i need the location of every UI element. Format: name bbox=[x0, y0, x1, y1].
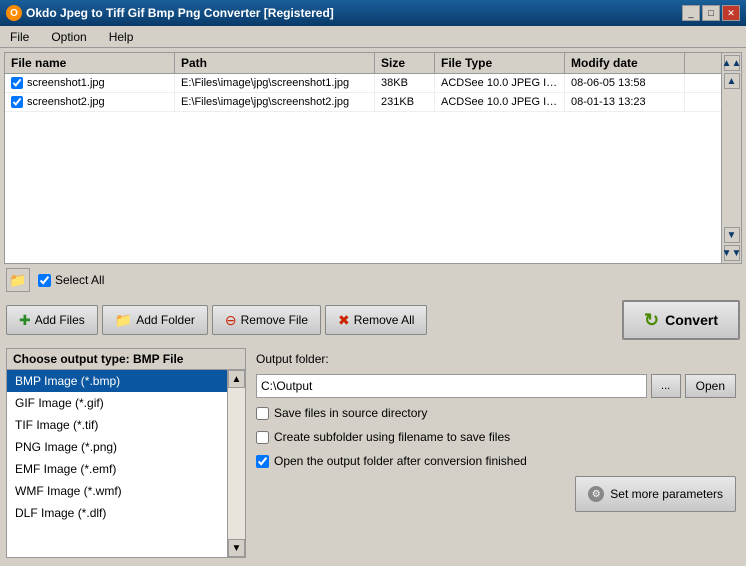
scroll-down-button[interactable]: ▼ bbox=[724, 227, 740, 243]
title-bar: O Okdo Jpeg to Tiff Gif Bmp Png Converte… bbox=[0, 0, 746, 26]
table-row: screenshot2.jpg E:\Files\image\jpg\scree… bbox=[5, 93, 721, 112]
table-header: File name Path Size File Type Modify dat… bbox=[5, 53, 721, 74]
app-icon: O bbox=[6, 5, 22, 21]
folder-path-row: ... Open bbox=[256, 374, 736, 398]
remove-file-icon: ⊖ bbox=[225, 312, 237, 329]
maximize-button[interactable]: □ bbox=[702, 5, 720, 21]
close-button[interactable]: ✕ bbox=[722, 5, 740, 21]
col-header-type: File Type bbox=[435, 53, 565, 73]
add-folder-icon: 📁 bbox=[115, 312, 132, 329]
type-item-emf[interactable]: EMF Image (*.emf) bbox=[7, 458, 227, 480]
convert-icon: ↻ bbox=[644, 310, 659, 331]
option-save-source[interactable]: Save files in source directory bbox=[256, 404, 736, 422]
row1-size: 38KB bbox=[375, 74, 435, 92]
menu-bar: File Option Help bbox=[0, 26, 746, 48]
option-open-after[interactable]: Open the output folder after conversion … bbox=[256, 452, 736, 470]
select-all-bar: 📁 Select All bbox=[4, 264, 742, 296]
select-all-label[interactable]: Select All bbox=[38, 273, 104, 287]
browse-button[interactable]: ... bbox=[651, 374, 681, 398]
select-all-checkbox[interactable] bbox=[38, 274, 51, 287]
set-params-button[interactable]: ⚙ Set more parameters bbox=[575, 476, 736, 512]
output-folder-label: Output folder: bbox=[256, 352, 736, 366]
type-item-png[interactable]: PNG Image (*.png) bbox=[7, 436, 227, 458]
menu-file[interactable]: File bbox=[4, 28, 35, 46]
table-row: screenshot1.jpg E:\Files\image\jpg\scree… bbox=[5, 74, 721, 93]
option-create-subfolder[interactable]: Create subfolder using filename to save … bbox=[256, 428, 736, 446]
menu-help[interactable]: Help bbox=[103, 28, 140, 46]
row2-path: E:\Files\image\jpg\screenshot2.jpg bbox=[175, 93, 375, 111]
convert-button[interactable]: ↻ Convert bbox=[622, 300, 740, 340]
folder-icon-button[interactable]: 📁 bbox=[6, 268, 30, 292]
col-header-path: Path bbox=[175, 53, 375, 73]
add-files-button[interactable]: ✚ Add Files bbox=[6, 305, 98, 335]
row2-checkbox[interactable] bbox=[11, 96, 23, 108]
minimize-button[interactable]: _ bbox=[682, 5, 700, 21]
type-item-wmf[interactable]: WMF Image (*.wmf) bbox=[7, 480, 227, 502]
scroll-bottom-button[interactable]: ▼▼ bbox=[724, 245, 740, 261]
menu-option[interactable]: Option bbox=[45, 28, 92, 46]
list-scroll-track bbox=[228, 388, 245, 539]
remove-all-icon: ✖ bbox=[338, 312, 350, 329]
output-folder-panel: Output folder: ... Open Save files in so… bbox=[252, 348, 740, 558]
row1-type: ACDSee 10.0 JPEG Image bbox=[435, 74, 565, 92]
row2-size: 231KB bbox=[375, 93, 435, 111]
output-type-panel: Choose output type: BMP File BMP Image (… bbox=[6, 348, 246, 558]
output-folder-input[interactable] bbox=[256, 374, 647, 398]
row2-name: screenshot2.jpg bbox=[5, 93, 175, 111]
output-type-label: Choose output type: BMP File bbox=[7, 349, 245, 370]
list-scroll-up-button[interactable]: ▲ bbox=[228, 370, 245, 388]
file-list-container: File name Path Size File Type Modify dat… bbox=[4, 52, 742, 264]
row1-path: E:\Files\image\jpg\screenshot1.jpg bbox=[175, 74, 375, 92]
file-table: File name Path Size File Type Modify dat… bbox=[5, 53, 721, 263]
row2-type: ACDSee 10.0 JPEG Image bbox=[435, 93, 565, 111]
scroll-up-button[interactable]: ▲ bbox=[724, 73, 740, 89]
row2-modified: 08-01-13 13:23 bbox=[565, 93, 685, 111]
main-content: File name Path Size File Type Modify dat… bbox=[0, 48, 746, 566]
type-item-gif[interactable]: GIF Image (*.gif) bbox=[7, 392, 227, 414]
col-header-name: File name bbox=[5, 53, 175, 73]
add-folder-button[interactable]: 📁 Add Folder bbox=[102, 305, 208, 335]
row1-name: screenshot1.jpg bbox=[5, 74, 175, 92]
col-header-modified: Modify date bbox=[565, 53, 685, 73]
row1-modified: 08-06-05 13:58 bbox=[565, 74, 685, 92]
create-subfolder-checkbox[interactable] bbox=[256, 431, 269, 444]
row1-checkbox[interactable] bbox=[11, 77, 23, 89]
col-header-size: Size bbox=[375, 53, 435, 73]
output-type-list: BMP Image (*.bmp) GIF Image (*.gif) TIF … bbox=[7, 370, 245, 557]
scroll-top-button[interactable]: ▲▲ bbox=[724, 55, 740, 71]
lower-section: Choose output type: BMP File BMP Image (… bbox=[4, 344, 742, 562]
add-files-icon: ✚ bbox=[19, 312, 31, 329]
type-item-dlf[interactable]: DLF Image (*.dlf) bbox=[7, 502, 227, 524]
save-source-checkbox[interactable] bbox=[256, 407, 269, 420]
toolbar: ✚ Add Files 📁 Add Folder ⊖ Remove File ✖… bbox=[4, 296, 742, 344]
open-after-checkbox[interactable] bbox=[256, 455, 269, 468]
open-folder-button[interactable]: Open bbox=[685, 374, 736, 398]
window-title: Okdo Jpeg to Tiff Gif Bmp Png Converter … bbox=[26, 6, 334, 20]
remove-file-button[interactable]: ⊖ Remove File bbox=[212, 305, 321, 335]
type-item-tif[interactable]: TIF Image (*.tif) bbox=[7, 414, 227, 436]
remove-all-button[interactable]: ✖ Remove All bbox=[325, 305, 427, 335]
gear-icon: ⚙ bbox=[588, 486, 604, 502]
file-list-scrollbar: ▲▲ ▲ ▼ ▼▼ bbox=[721, 53, 741, 263]
type-item-bmp[interactable]: BMP Image (*.bmp) bbox=[7, 370, 227, 392]
list-scroll-down-button[interactable]: ▼ bbox=[228, 539, 245, 557]
table-body: screenshot1.jpg E:\Files\image\jpg\scree… bbox=[5, 74, 721, 112]
